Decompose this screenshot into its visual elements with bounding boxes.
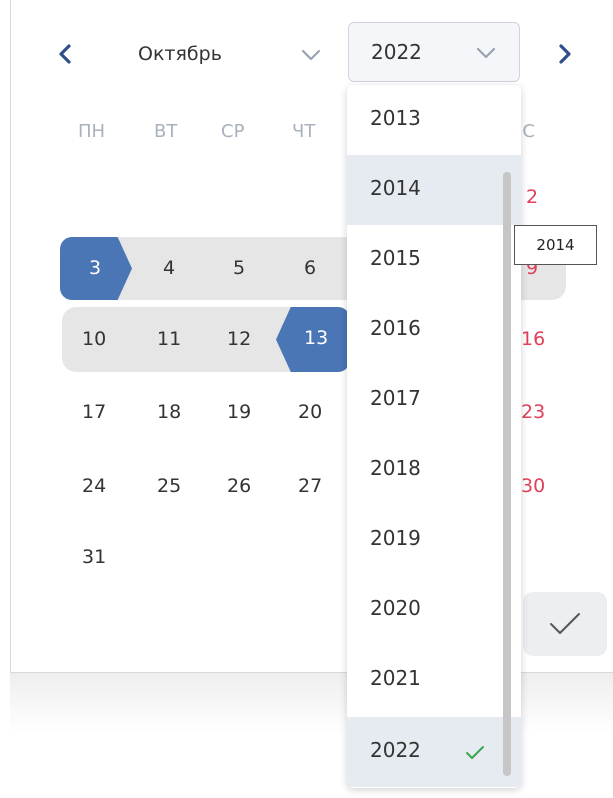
checkmark-icon	[466, 746, 484, 759]
year-dropdown-list: 2013 2014 2015 2016 2017 2018 2019 2020 …	[347, 85, 521, 788]
year-option[interactable]: 2014	[347, 155, 521, 225]
day-cell[interactable]: 10	[82, 328, 106, 350]
day-cell[interactable]: 5	[233, 257, 245, 279]
day-cell[interactable]: 27	[298, 475, 322, 497]
month-label[interactable]: Октябрь	[138, 43, 222, 65]
dropdown-scrollbar[interactable]	[503, 172, 511, 776]
chevron-left-icon	[59, 44, 71, 64]
range-start-label: 3	[89, 257, 102, 279]
day-cell[interactable]: 16	[521, 328, 545, 350]
year-option[interactable]: 2016	[347, 295, 521, 365]
year-option-label: 2018	[370, 456, 421, 480]
month-dropdown-button[interactable]	[298, 44, 324, 66]
day-cell[interactable]: 6	[304, 257, 316, 279]
next-month-button[interactable]	[552, 38, 578, 70]
day-cell[interactable]: 18	[157, 401, 181, 423]
range-start-day[interactable]: 3	[60, 237, 132, 300]
day-cell[interactable]: 11	[157, 328, 181, 350]
weekday-thu: ЧТ	[292, 121, 316, 142]
weekday-mon: ПН	[78, 121, 106, 142]
day-cell[interactable]: 4	[163, 257, 175, 279]
year-option-label: 2015	[370, 246, 421, 270]
year-option[interactable]: 2017	[347, 365, 521, 435]
year-option[interactable]: 2018	[347, 435, 521, 505]
range-end-label: 13	[304, 327, 329, 349]
year-option[interactable]: 2015	[347, 225, 521, 295]
year-option-label: 2020	[370, 596, 421, 620]
weekday-tue: ВТ	[154, 121, 178, 142]
day-cell[interactable]: 2	[526, 186, 538, 208]
year-option-label: 2022	[370, 738, 421, 762]
day-cell[interactable]: 23	[521, 401, 545, 423]
checkmark-icon	[550, 613, 580, 634]
chevron-down-icon	[301, 49, 321, 61]
year-option[interactable]: 2019	[347, 505, 521, 575]
weekday-wed: СР	[221, 121, 245, 142]
day-cell[interactable]: 30	[521, 475, 545, 497]
confirm-button[interactable]	[523, 592, 607, 656]
range-end-day[interactable]: 13	[276, 307, 350, 372]
year-option-label: 2019	[370, 526, 421, 550]
chevron-right-icon	[559, 44, 571, 64]
day-cell[interactable]: 26	[227, 475, 251, 497]
prev-month-button[interactable]	[52, 38, 78, 70]
day-cell[interactable]: 19	[227, 401, 251, 423]
year-option-label: 2013	[370, 106, 421, 130]
day-cell[interactable]: 17	[82, 401, 106, 423]
chevron-down-icon	[476, 47, 496, 59]
year-option[interactable]: 2021	[347, 645, 521, 715]
day-cell[interactable]: 31	[82, 546, 106, 568]
day-cell[interactable]: 12	[227, 328, 251, 350]
year-option[interactable]: 2020	[347, 575, 521, 645]
day-cell[interactable]: 20	[298, 401, 322, 423]
day-cell[interactable]: 24	[82, 475, 106, 497]
tooltip: 2014	[514, 225, 597, 265]
year-option-label: 2014	[370, 176, 421, 200]
panel-shadow	[10, 673, 613, 733]
year-value: 2022	[371, 40, 422, 64]
year-option[interactable]: 2013	[347, 85, 521, 155]
day-cell[interactable]: 25	[157, 475, 181, 497]
year-option-selected[interactable]: 2022	[347, 717, 521, 787]
year-option-label: 2016	[370, 316, 421, 340]
year-select[interactable]: 2022	[348, 22, 520, 82]
year-option-label: 2017	[370, 386, 421, 410]
year-option-label: 2021	[370, 666, 421, 690]
